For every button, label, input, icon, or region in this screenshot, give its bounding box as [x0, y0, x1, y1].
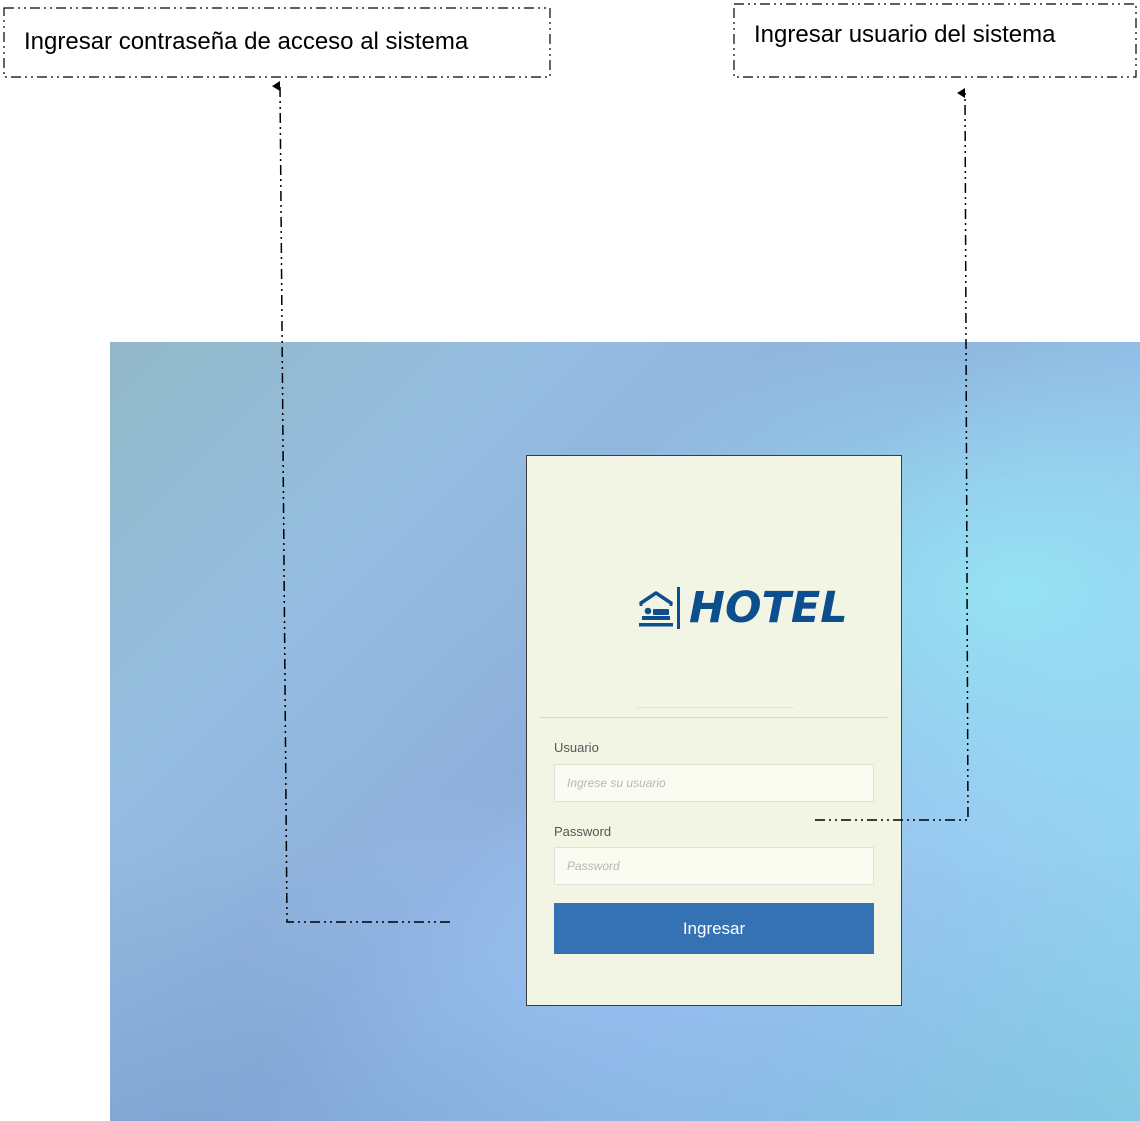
form-divider: [540, 717, 887, 718]
password-input[interactable]: [554, 847, 874, 885]
user-callout: Ingresar usuario del sistema: [734, 4, 1136, 78]
logo-separator: [677, 587, 680, 629]
login-screen: HOTEL Usuario Password Ingresar: [110, 342, 1140, 1121]
logo-text: HOTEL: [689, 582, 848, 633]
password-label: Password: [554, 824, 612, 839]
page: Ingresar contraseña de acceso al sistema…: [0, 0, 1140, 1121]
hotel-logo: HOTEL: [637, 581, 848, 635]
login-card: HOTEL Usuario Password Ingresar: [526, 455, 902, 1006]
username-input[interactable]: [554, 764, 874, 802]
ingresar-button[interactable]: Ingresar: [554, 903, 874, 954]
password-callout-text: Ingresar contraseña de acceso al sistema: [24, 28, 469, 55]
hotel-bed-icon: [639, 591, 673, 627]
logo-rule: [636, 707, 794, 708]
user-callout-text: Ingresar usuario del sistema: [754, 21, 1056, 48]
password-callout: Ingresar contraseña de acceso al sistema: [4, 8, 550, 78]
username-label: Usuario: [554, 740, 599, 755]
